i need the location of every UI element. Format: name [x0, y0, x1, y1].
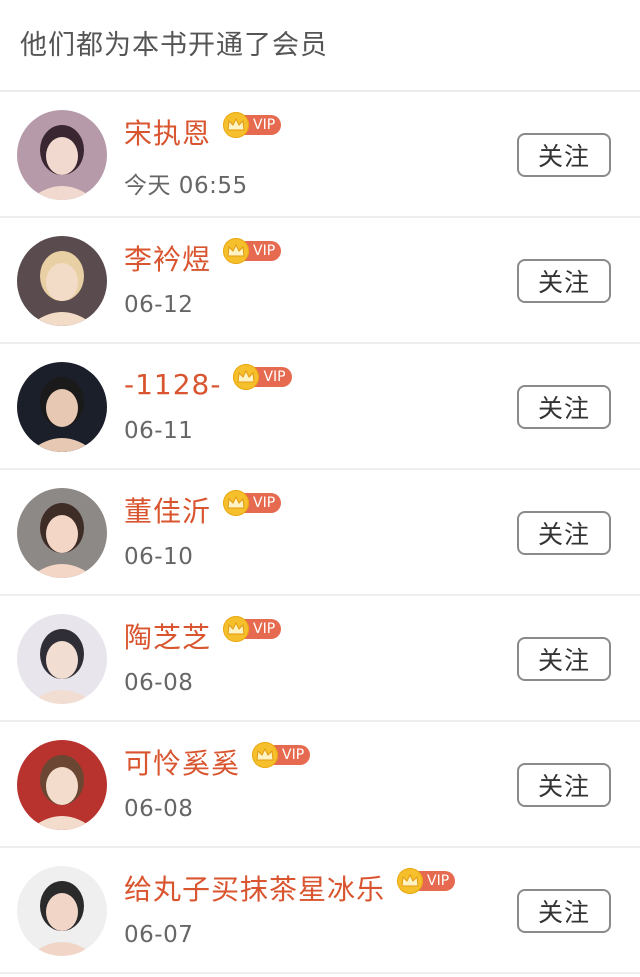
follow-button[interactable]: 关注 — [517, 133, 611, 177]
avatar[interactable] — [17, 362, 107, 452]
follow-button[interactable]: 关注 — [517, 385, 611, 429]
member-name[interactable]: 陶芝芝 — [124, 616, 211, 656]
avatar-image — [17, 866, 107, 956]
name-line: 陶芝芝 VIP — [124, 616, 282, 656]
member-name[interactable]: 董佳沂 — [124, 490, 211, 530]
list-item[interactable]: 可怜奚奚 VIP 06-08 关注 — [0, 722, 640, 848]
name-line: 可怜奚奚 VIP — [124, 742, 311, 782]
follow-button[interactable]: 关注 — [517, 511, 611, 555]
crown-icon — [223, 616, 250, 642]
vip-badge: VIP — [252, 742, 311, 768]
list-item[interactable]: 李衿煜 VIP 06-12 关注 — [0, 218, 640, 344]
page-title: 他们都为本书开通了会员 — [20, 29, 328, 61]
member-date: 06-11 — [124, 418, 194, 444]
name-line: 董佳沂 VIP — [124, 490, 282, 530]
member-name[interactable]: -1128- — [124, 368, 221, 401]
member-name[interactable]: 李衿煜 — [124, 238, 211, 278]
list-item[interactable]: 陶芝芝 VIP 06-08 关注 — [0, 596, 640, 722]
avatar[interactable] — [17, 488, 107, 578]
crown-icon — [223, 238, 250, 264]
member-date: 今天 06:55 — [124, 173, 248, 199]
member-name[interactable]: 可怜奚奚 — [124, 742, 240, 782]
page-header: 他们都为本书开通了会员 — [0, 0, 640, 92]
follow-button[interactable]: 关注 — [517, 763, 611, 807]
list-item[interactable]: 董佳沂 VIP 06-10 关注 — [0, 470, 640, 596]
crown-icon — [252, 742, 279, 768]
name-line: 宋执恩 VIP — [124, 112, 282, 152]
member-date: 06-08 — [124, 670, 194, 696]
avatar-image — [17, 488, 107, 578]
follow-button[interactable]: 关注 — [517, 637, 611, 681]
member-list: 宋执恩 VIP 今天 06:55 关注 李衿煜 VIP 06-12 关注 -11… — [0, 92, 640, 974]
member-date: 06-07 — [124, 922, 194, 948]
member-name[interactable]: 给丸子买抹茶星冰乐 — [124, 868, 385, 908]
member-date: 06-10 — [124, 544, 194, 570]
avatar-image — [17, 236, 107, 326]
vip-badge: VIP — [223, 616, 282, 642]
avatar-image — [17, 740, 107, 830]
member-date: 06-08 — [124, 796, 194, 822]
avatar-image — [17, 110, 107, 200]
name-line: -1128- VIP — [124, 364, 292, 403]
vip-badge: VIP — [223, 112, 282, 138]
avatar[interactable] — [17, 866, 107, 956]
avatar[interactable] — [17, 614, 107, 704]
crown-icon — [397, 868, 424, 894]
list-item[interactable]: 给丸子买抹茶星冰乐 VIP 06-07 关注 — [0, 848, 640, 974]
vip-badge: VIP — [223, 238, 282, 264]
name-line: 李衿煜 VIP — [124, 238, 282, 278]
vip-badge: VIP — [223, 490, 282, 516]
vip-badge: VIP — [397, 868, 456, 894]
name-line: 给丸子买抹茶星冰乐 VIP — [124, 868, 456, 908]
follow-button[interactable]: 关注 — [517, 889, 611, 933]
avatar[interactable] — [17, 236, 107, 326]
member-name[interactable]: 宋执恩 — [124, 112, 211, 152]
list-item[interactable]: 宋执恩 VIP 今天 06:55 关注 — [0, 92, 640, 218]
follow-button[interactable]: 关注 — [517, 259, 611, 303]
avatar[interactable] — [17, 740, 107, 830]
crown-icon — [223, 490, 250, 516]
avatar-image — [17, 362, 107, 452]
list-item[interactable]: -1128- VIP 06-11 关注 — [0, 344, 640, 470]
avatar-image — [17, 614, 107, 704]
vip-badge: VIP — [233, 364, 292, 390]
crown-icon — [223, 112, 250, 138]
member-date: 06-12 — [124, 292, 194, 318]
avatar[interactable] — [17, 110, 107, 200]
